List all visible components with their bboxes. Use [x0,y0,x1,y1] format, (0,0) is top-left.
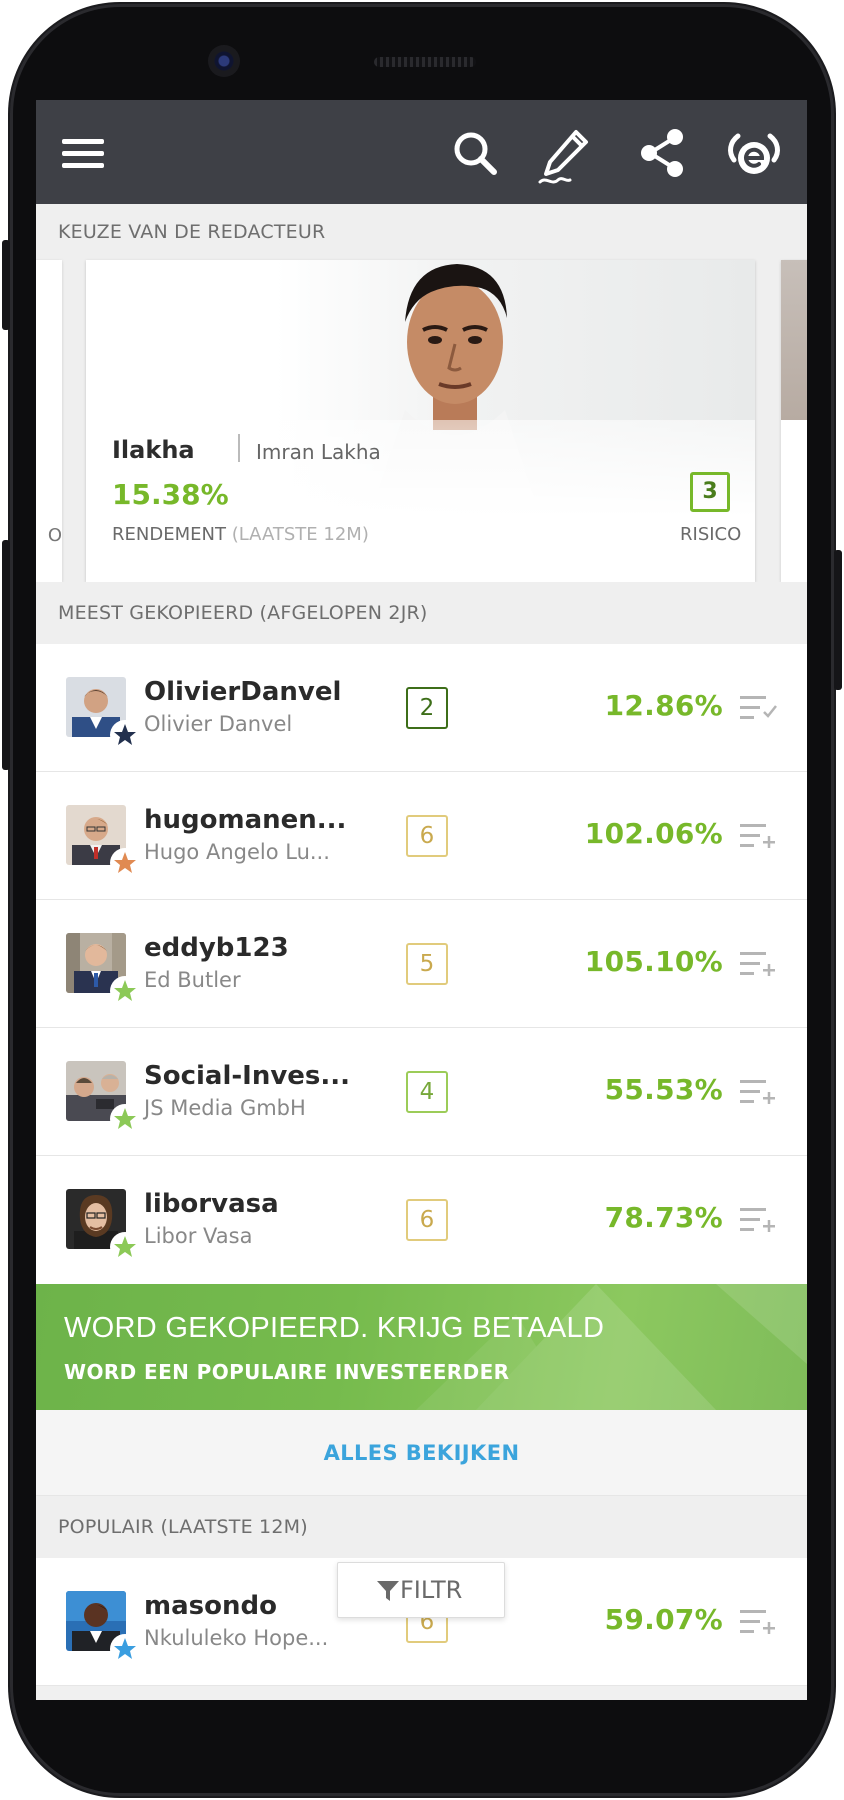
phone-volume-button [2,540,10,770]
phone-power-button [834,550,842,690]
return-label-text: RENDEMENT [112,524,226,545]
become-popular-investor-banner[interactable]: WORD GEKOPIEERD. KRIJG BETAALD WORD EEN … [36,1284,807,1410]
featured-username: Ilakha [112,436,195,464]
investor-row[interactable]: OlivierDanvel Olivier Danvel 2 12.86% [36,644,807,772]
return-period-text: (LAATSTE 12M) [231,524,369,545]
menu-icon[interactable] [56,126,110,180]
app-screen: KEUZE VAN DE REDACTEUR O Ilakha Imran La… [36,100,807,1700]
featured-return-value: 15.38% [112,478,229,511]
investor-row[interactable]: hugomanen... Hugo Angelo Lu... 6 102.06% [36,772,807,900]
banner-title: WORD GEKOPIEERD. KRIJG BETAALD [64,1312,605,1344]
next-card-photo [781,260,807,420]
carousel-card-next[interactable] [781,260,807,582]
investor-real-name: Olivier Danvel [144,712,293,736]
filter-button[interactable]: FILTR [337,1562,505,1618]
list-add-icon[interactable] [740,1206,780,1238]
top-app-bar [36,100,807,204]
search-icon[interactable] [448,126,502,180]
gain-percentage: 59.07% [604,1603,723,1636]
gain-percentage: 78.73% [604,1201,723,1234]
featured-risk-label: RISICO [680,524,742,545]
featured-return-label: RENDEMENT (LAATSTE 12M) [112,524,369,545]
editors-choice-carousel[interactable]: O Ilakha Imran Lakha 15.38% RENDEMENT (L… [36,260,807,582]
investor-username[interactable]: liborvasa [144,1189,279,1219]
edit-icon[interactable] [536,126,590,184]
most-copied-list: OlivierDanvel Olivier Danvel 2 12.86% hu… [36,644,807,1284]
investor-username[interactable]: Social-Inves... [144,1061,350,1091]
previous-card-text: O [47,525,62,546]
list-check-icon[interactable] [740,694,780,726]
filter-icon [377,1581,399,1601]
list-add-icon[interactable] [740,822,780,854]
investor-real-name: Hugo Angelo Lu... [144,840,330,864]
star-badge-icon [110,976,140,1006]
investor-username[interactable]: OlivierDanvel [144,677,341,707]
star-badge-icon [110,1104,140,1134]
investor-real-name: Ed Butler [144,968,241,992]
star-badge-icon [110,848,140,878]
section-header-popular: POPULAIR (LAATSTE 12M) [36,1496,807,1558]
see-all-link[interactable]: ALLES BEKIJKEN [36,1410,807,1496]
star-badge-icon [110,1634,140,1664]
featured-investor-card[interactable]: Ilakha Imran Lakha 15.38% RENDEMENT (LAA… [86,260,755,582]
earpiece-speaker [374,57,476,67]
risk-score: 6 [406,815,448,857]
risk-score: 2 [406,687,448,729]
carousel-card-previous[interactable]: O [36,260,62,582]
front-camera [208,45,240,77]
list-add-icon[interactable] [740,1078,780,1110]
featured-full-name: Imran Lakha [256,440,381,464]
investor-real-name: Libor Vasa [144,1224,253,1248]
name-divider [238,434,240,462]
risk-score: 5 [406,943,448,985]
section-header-most-copied: MEEST GEKOPIEERD (AFGELOPEN 2JR) [36,582,807,644]
investor-real-name: JS Media GmbH [144,1096,306,1120]
list-add-icon[interactable] [740,1608,780,1640]
risk-score: 6 [406,1199,448,1241]
star-badge-icon [110,1232,140,1262]
filter-button-label: FILTR [400,1576,463,1604]
star-badge-icon [110,720,140,750]
share-icon[interactable] [636,126,690,180]
investor-row[interactable]: eddyb123 Ed Butler 5 105.10% [36,900,807,1028]
featured-risk-score: 3 [690,472,730,512]
phone-side-button [2,240,10,330]
investor-username[interactable]: masondo [144,1591,277,1621]
etoro-logo-icon[interactable] [726,126,780,180]
section-header-editors-choice: KEUZE VAN DE REDACTEUR [36,204,807,260]
gain-percentage: 12.86% [604,689,723,722]
list-add-icon[interactable] [740,950,780,982]
gain-percentage: 102.06% [584,817,723,850]
gain-percentage: 55.53% [604,1073,723,1106]
banner-pattern [416,1284,807,1410]
investor-real-name: Nkululeko Hope... [144,1626,329,1650]
investor-username[interactable]: hugomanen... [144,805,346,835]
investor-row[interactable]: liborvasa Libor Vasa 6 78.73% [36,1156,807,1284]
gain-percentage: 105.10% [584,945,723,978]
risk-score: 4 [406,1071,448,1113]
banner-subtitle: WORD EEN POPULAIRE INVESTEERDER [64,1360,510,1384]
investor-row[interactable]: Social-Inves... JS Media GmbH 4 55.53% [36,1028,807,1156]
investor-username[interactable]: eddyb123 [144,933,289,963]
